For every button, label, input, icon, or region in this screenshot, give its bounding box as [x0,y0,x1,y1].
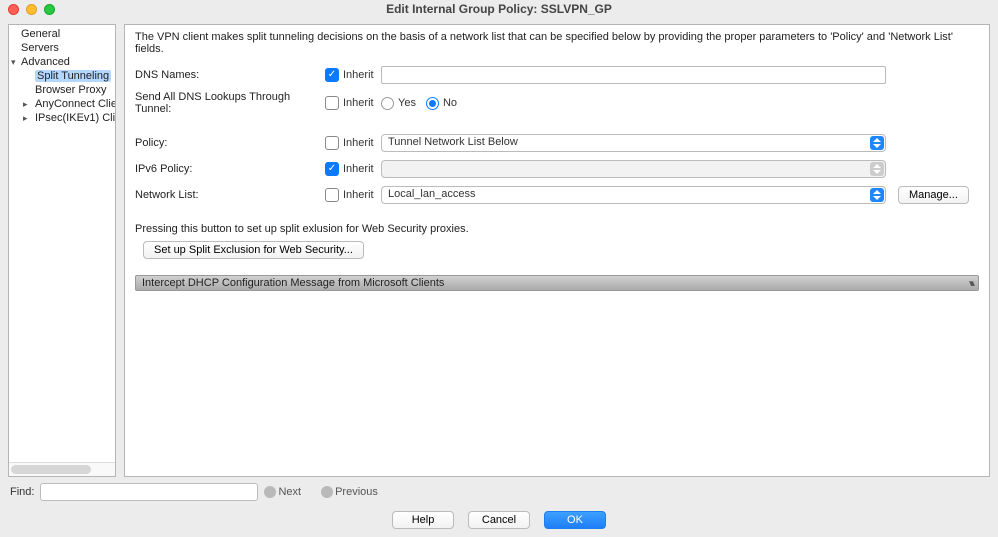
inherit-label: Inherit [343,163,374,175]
network-list-inherit-checkbox[interactable] [325,188,339,202]
find-bar: Find: Next Previous [0,477,998,507]
network-list-select[interactable]: Local_lan_access [381,186,886,204]
help-button[interactable]: Help [392,511,454,529]
cancel-button[interactable]: Cancel [468,511,530,529]
next-icon [264,486,276,498]
ok-button[interactable]: OK [544,511,606,529]
dns-names-label: DNS Names: [135,69,325,81]
main-panel: The VPN client makes split tunneling dec… [124,24,990,477]
description-text: The VPN client makes split tunneling dec… [135,31,979,55]
sidebar-item-browser-proxy[interactable]: Browser Proxy [9,83,115,97]
close-icon[interactable] [8,4,19,15]
find-label: Find: [10,486,34,498]
ipv6-policy-label: IPv6 Policy: [135,163,325,175]
policy-inherit-checkbox[interactable] [325,136,339,150]
nav-tree: General Servers ▾ Advanced Split Tunneli… [9,25,115,462]
network-list-label: Network List: [135,189,325,201]
chevron-right-icon[interactable]: ▸ [23,113,28,124]
inherit-label: Inherit [343,69,374,81]
chevron-down-icon[interactable]: ▾ [11,57,16,68]
find-input[interactable] [40,483,258,501]
sidebar-item-anyconnect[interactable]: ▸ AnyConnect Client [9,97,115,111]
chevron-right-icon[interactable]: ▸ [23,99,28,110]
inherit-label: Inherit [343,137,374,149]
policy-select[interactable]: Tunnel Network List Below [381,134,886,152]
sidebar-item-ipsec[interactable]: ▸ IPsec(IKEv1) Client [9,111,115,125]
sidebar-scrollbar[interactable] [9,462,115,476]
window-title: Edit Internal Group Policy: SSLVPN_GP [0,2,998,16]
send-dns-inherit-checkbox[interactable] [325,96,339,110]
dns-names-input[interactable] [381,66,886,84]
dropdown-arrow-icon [870,136,884,150]
window-titlebar: Edit Internal Group Policy: SSLVPN_GP [0,0,998,18]
send-dns-no-radio[interactable]: No [426,97,457,110]
split-exclusion-help: Pressing this button to set up split exl… [135,223,979,235]
collapse-icon: ▾▴ [969,278,972,289]
scrollbar-thumb[interactable] [11,465,91,474]
maximize-icon[interactable] [44,4,55,15]
find-next-button[interactable]: Next [264,486,301,498]
send-dns-yes-radio[interactable]: Yes [381,97,416,110]
sidebar-item-servers[interactable]: Servers [9,41,115,55]
policy-label: Policy: [135,137,325,149]
find-previous-button[interactable]: Previous [321,486,378,498]
dhcp-collapse-section[interactable]: Intercept DHCP Configuration Message fro… [135,275,979,291]
manage-button[interactable]: Manage... [898,186,969,204]
sidebar: General Servers ▾ Advanced Split Tunneli… [8,24,116,477]
ipv6-policy-inherit-checkbox[interactable]: ✓ [325,162,339,176]
inherit-label: Inherit [343,189,374,201]
ipv6-policy-select [381,160,886,178]
sidebar-item-advanced[interactable]: ▾ Advanced [9,55,115,69]
dropdown-arrow-icon [870,162,884,176]
inherit-label: Inherit [343,97,374,109]
dialog-button-bar: Help Cancel OK [0,507,998,537]
previous-icon [321,486,333,498]
minimize-icon[interactable] [26,4,37,15]
sidebar-item-split-tunneling[interactable]: Split Tunneling [9,69,115,83]
sidebar-item-general[interactable]: General [9,27,115,41]
dropdown-arrow-icon [870,188,884,202]
split-exclusion-button[interactable]: Set up Split Exclusion for Web Security.… [143,241,364,259]
dns-names-inherit-checkbox[interactable]: ✓ [325,68,339,82]
send-dns-label: Send All DNS Lookups Through Tunnel: [135,91,325,115]
